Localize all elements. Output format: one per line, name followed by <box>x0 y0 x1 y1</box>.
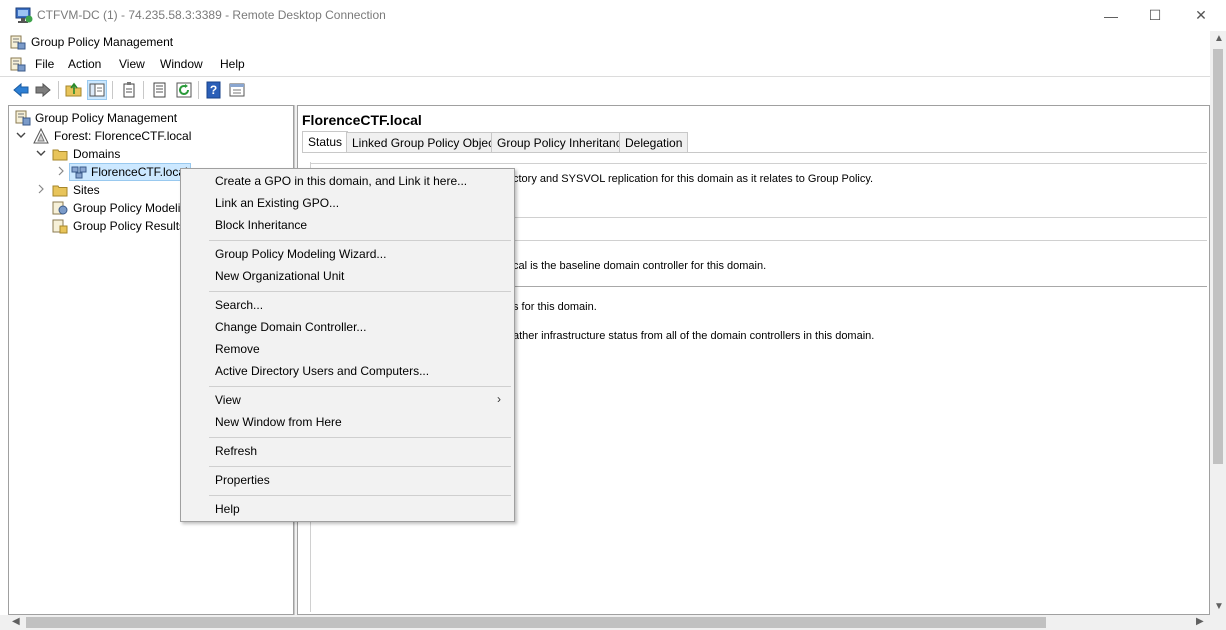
menu-item-new-ou[interactable]: New Organizational Unit <box>215 269 344 289</box>
menu-item-search[interactable]: Search... <box>215 298 263 318</box>
properties-icon[interactable] <box>151 81 169 99</box>
menu-window[interactable]: Window <box>160 57 203 71</box>
folder-icon <box>52 149 68 161</box>
toolbar-separator <box>143 81 144 99</box>
console-icon[interactable] <box>228 81 246 99</box>
menu-separator <box>209 291 511 292</box>
menu-action[interactable]: Action <box>68 57 101 71</box>
tab-divider <box>302 152 1207 153</box>
forest-icon <box>33 128 49 144</box>
scroll-left-icon[interactable]: ◀ <box>12 616 20 627</box>
tree-item-domain-selected[interactable]: FlorenceCTF.local <box>53 163 193 181</box>
tree-item-label: Forest: FlorenceCTF.local <box>54 129 192 143</box>
vertical-scrollbar[interactable]: ▲ ▼ <box>1210 31 1226 615</box>
menu-item-modeling-wizard[interactable]: Group Policy Modeling Wizard... <box>215 247 386 267</box>
minimize-button[interactable]: — <box>1088 0 1134 31</box>
scroll-right-icon[interactable]: ▶ <box>1196 616 1204 627</box>
chevron-right-icon[interactable] <box>36 184 46 194</box>
status-text-3: s for this domain. <box>513 301 597 313</box>
menu-separator <box>209 386 511 387</box>
menu-item-link-existing-gpo[interactable]: Link an Existing GPO... <box>215 196 339 216</box>
tree-item-label: Domains <box>73 147 121 161</box>
menu-item-change-dc[interactable]: Change Domain Controller... <box>215 320 366 340</box>
toolbar-separator <box>112 81 113 99</box>
results-icon <box>52 219 68 234</box>
menu-item-block-inheritance[interactable]: Block Inheritance <box>215 218 307 238</box>
show-hide-tree-icon[interactable] <box>87 80 107 100</box>
menu-separator <box>209 495 511 496</box>
window-titlebar: CTFVM-DC (1) - 74.235.58.3:3389 - Remote… <box>0 0 1226 31</box>
folder-up-icon[interactable] <box>65 81 83 99</box>
remote-desktop-icon <box>15 7 33 23</box>
menu-separator <box>209 240 511 241</box>
back-arrow-icon[interactable] <box>12 81 30 99</box>
menu-item-refresh[interactable]: Refresh <box>215 444 257 464</box>
tab-status[interactable]: Status <box>302 131 349 152</box>
chevron-right-icon[interactable] <box>56 166 66 176</box>
svg-text:?: ? <box>210 83 217 97</box>
context-menu: Create a GPO in this domain, and Link it… <box>180 168 515 522</box>
menu-item-remove[interactable]: Remove <box>215 342 260 362</box>
toolbar-separator <box>198 81 199 99</box>
chevron-down-icon[interactable] <box>16 130 26 140</box>
window-title: CTFVM-DC (1) - 74.235.58.3:3389 - Remote… <box>37 8 386 22</box>
modeling-icon <box>52 201 68 215</box>
menu-item-aduc[interactable]: Active Directory Users and Computers... <box>215 364 429 384</box>
menu-item-new-window[interactable]: New Window from Here <box>215 415 342 435</box>
menu-item-view[interactable]: View <box>215 393 241 413</box>
tree-item-label: Group Policy Results <box>73 219 186 233</box>
menu-view[interactable]: View <box>119 57 145 71</box>
scroll-thumb[interactable] <box>26 617 1046 628</box>
menu-item-properties[interactable]: Properties <box>215 473 270 493</box>
toolbar: ? <box>0 76 1210 102</box>
gpm-icon <box>15 110 31 126</box>
clipboard-icon[interactable] <box>120 81 138 99</box>
app-title: Group Policy Management <box>31 35 174 49</box>
tree-item-label: Group Policy Modeli <box>73 201 181 215</box>
status-text-2: cal is the baseline domain controller fo… <box>513 260 767 272</box>
help-icon[interactable]: ? <box>205 81 223 99</box>
menu-separator <box>209 466 511 467</box>
menu-bar: File Action View Window Help <box>0 53 1210 76</box>
refresh-icon[interactable] <box>175 81 193 99</box>
status-text-4: ather infrastructure status from all of … <box>513 330 875 342</box>
tab-delegation[interactable]: Delegation <box>619 132 689 152</box>
tree-item-label: Group Policy Management <box>35 111 178 125</box>
horizontal-scrollbar[interactable]: ◀ ▶ <box>0 615 1226 630</box>
toolbar-separator <box>58 81 59 99</box>
gpm-app-icon <box>10 35 26 50</box>
details-title: FlorenceCTF.local <box>302 112 422 128</box>
scroll-thumb[interactable] <box>1213 49 1223 464</box>
submenu-arrow-icon: › <box>497 392 501 406</box>
menu-file[interactable]: File <box>35 57 54 71</box>
tab-linked-gpos[interactable]: Linked Group Policy Objects <box>346 132 510 152</box>
scroll-up-icon[interactable]: ▲ <box>1214 33 1224 44</box>
app-titlebar: Group Policy Management <box>0 31 1210 53</box>
tree-item-label: Sites <box>73 183 100 197</box>
scroll-down-icon[interactable]: ▼ <box>1214 601 1224 612</box>
system-menu-icon[interactable] <box>10 57 26 72</box>
section-divider <box>310 163 1207 164</box>
forward-arrow-icon[interactable] <box>34 81 52 99</box>
domain-icon <box>71 166 87 179</box>
tab-gp-inheritance[interactable]: Group Policy Inheritance <box>491 132 635 152</box>
menu-help[interactable]: Help <box>220 57 245 71</box>
menu-separator <box>209 437 511 438</box>
close-button[interactable]: ✕ <box>1178 0 1224 31</box>
maximize-button[interactable]: ☐ <box>1132 0 1178 31</box>
folder-icon <box>52 185 68 197</box>
chevron-down-icon[interactable] <box>36 148 46 158</box>
menu-item-create-gpo[interactable]: Create a GPO in this domain, and Link it… <box>215 174 467 194</box>
tree-item-label: FlorenceCTF.local <box>91 165 188 179</box>
menu-item-help[interactable]: Help <box>215 502 240 522</box>
status-text-1: ctory and SYSVOL replication for this do… <box>513 173 874 185</box>
